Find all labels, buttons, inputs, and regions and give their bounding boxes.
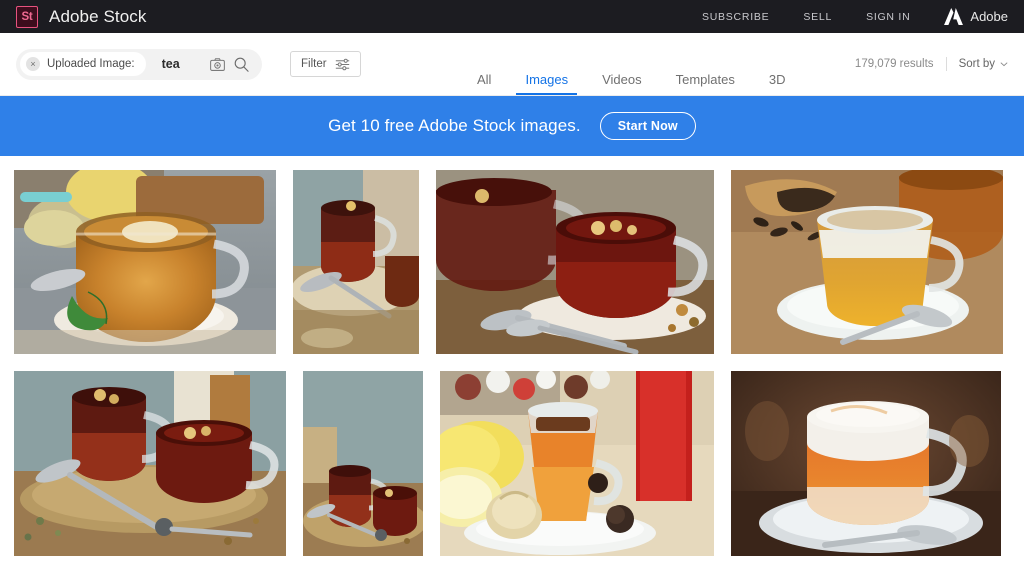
chevron-down-icon [1000, 62, 1008, 67]
adobe-corporate-link[interactable]: Adobe [944, 8, 1008, 25]
result-thumbnail [303, 371, 423, 556]
nav-subscribe[interactable]: SUBSCRIBE [702, 11, 769, 23]
tab-3d[interactable]: 3D [752, 73, 803, 95]
search-input[interactable] [161, 57, 210, 71]
nav-sell[interactable]: SELL [803, 11, 832, 23]
uploaded-image-label: Uploaded Image: [47, 58, 135, 70]
promo-banner: Get 10 free Adobe Stock images. Start No… [0, 96, 1024, 156]
search-bar-icons [210, 57, 258, 72]
filter-button[interactable]: Filter [290, 51, 361, 77]
result-thumbnail [436, 170, 714, 354]
results-meta: 179,079 results Sort by [855, 57, 1008, 71]
tab-videos[interactable]: Videos [585, 73, 659, 95]
uploaded-image-chip: × Uploaded Image: [20, 52, 146, 76]
content-type-tabs: All Images Videos Templates 3D [460, 33, 802, 95]
results-grid [0, 156, 1024, 556]
sort-by-dropdown[interactable]: Sort by [959, 58, 1008, 70]
top-header-bar: St Adobe Stock SUBSCRIBE SELL SIGN IN Ad… [0, 0, 1024, 33]
tab-templates[interactable]: Templates [659, 73, 752, 95]
sliders-icon [335, 58, 349, 70]
result-thumbnail [14, 170, 276, 354]
adobe-logo-icon [944, 8, 964, 25]
result-tile-7[interactable] [440, 371, 714, 556]
result-thumbnail [440, 371, 714, 556]
meta-divider [945, 57, 947, 71]
result-tile-5[interactable] [14, 371, 286, 556]
result-tile-1[interactable] [14, 170, 276, 354]
result-tile-2[interactable] [293, 170, 419, 354]
brand-title: Adobe Stock [49, 6, 147, 26]
result-thumbnail [731, 170, 1003, 354]
filter-label: Filter [301, 58, 327, 70]
adobe-stock-brand[interactable]: St Adobe Stock [16, 5, 147, 28]
result-tile-4[interactable] [731, 170, 1003, 354]
result-thumbnail [731, 371, 1001, 556]
search-toolbar: × Uploaded Image: Filter [0, 33, 1024, 95]
result-tile-3[interactable] [436, 170, 714, 354]
start-now-button[interactable]: Start Now [599, 112, 696, 140]
tab-all[interactable]: All [460, 73, 508, 95]
camera-icon[interactable] [210, 57, 225, 71]
result-tile-8[interactable] [731, 371, 1001, 556]
result-tile-6[interactable] [303, 371, 423, 556]
remove-uploaded-image-icon[interactable]: × [26, 57, 40, 71]
nav-sign-in[interactable]: SIGN IN [866, 11, 910, 23]
adobe-corporate-label: Adobe [970, 9, 1008, 24]
results-count: 179,079 results [854, 58, 934, 70]
tab-images[interactable]: Images [508, 73, 585, 95]
results-row [14, 170, 1010, 354]
results-row [14, 371, 1010, 556]
sort-by-label: Sort by [958, 58, 995, 70]
result-thumbnail [293, 170, 419, 354]
top-navigation: SUBSCRIBE SELL SIGN IN Adobe [702, 8, 1008, 25]
result-thumbnail [14, 371, 286, 556]
search-icon[interactable] [234, 57, 249, 72]
adobe-stock-logo-icon: St [16, 5, 38, 28]
promo-banner-text: Get 10 free Adobe Stock images. [328, 116, 581, 135]
search-bar[interactable]: × Uploaded Image: [16, 48, 262, 80]
